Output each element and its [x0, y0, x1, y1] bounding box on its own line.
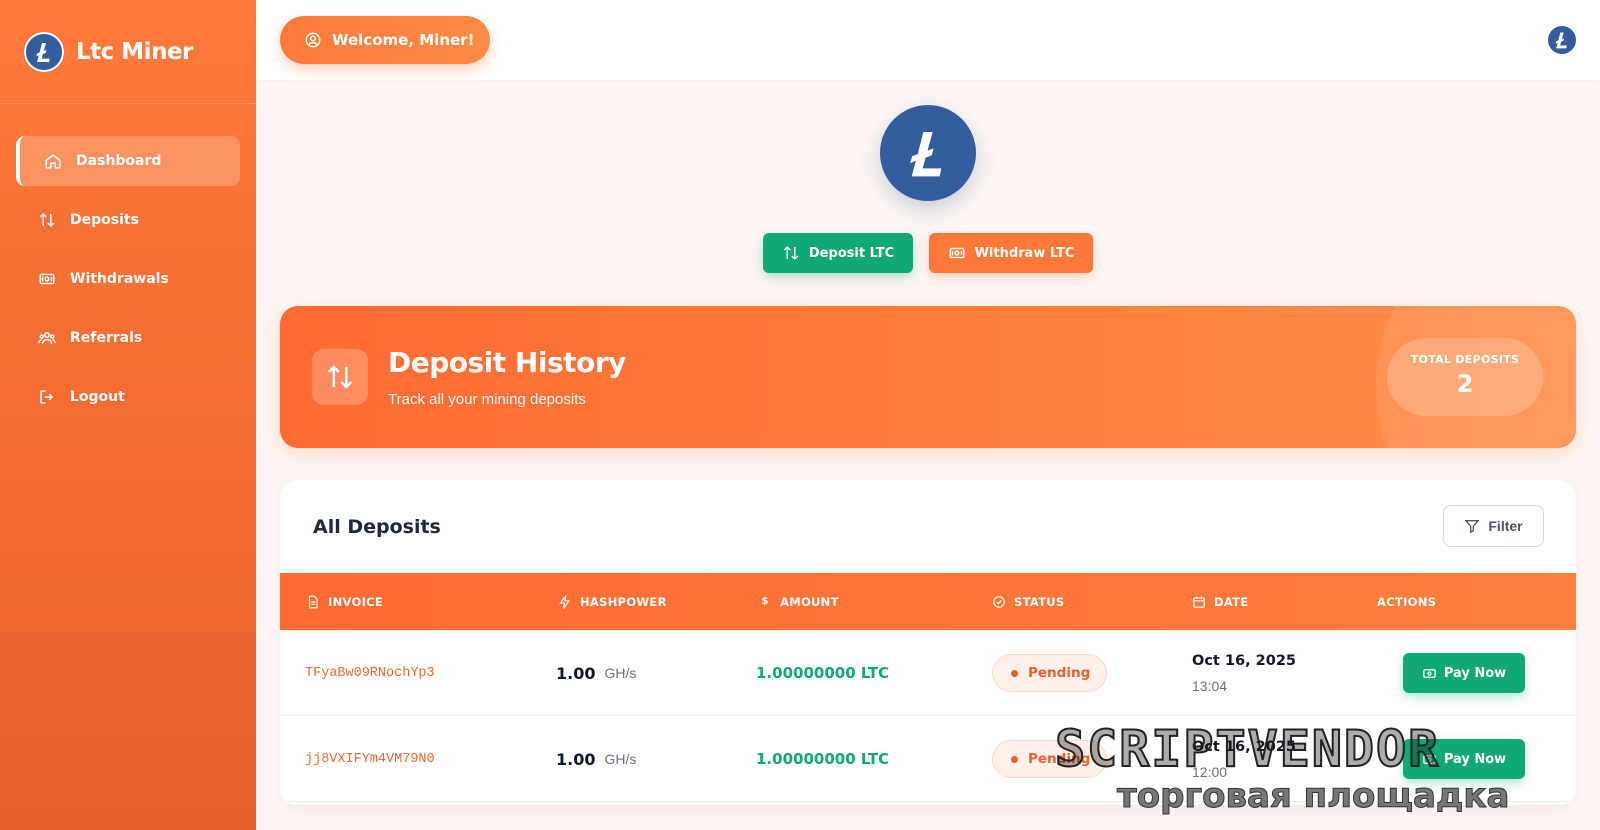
- topbar: Welcome, Miner!: [256, 0, 1600, 80]
- amount-cell: 1.00000000 LTC: [756, 630, 889, 716]
- home-icon: [44, 152, 62, 170]
- status-dot-icon: [1011, 669, 1018, 677]
- sidebar-item-label: Withdrawals: [70, 271, 169, 287]
- litecoin-avatar-icon[interactable]: [1546, 24, 1578, 56]
- sidebar-item-referrals[interactable]: Referrals: [16, 313, 240, 363]
- brand-name: Ltc Miner: [76, 38, 193, 65]
- litecoin-logo-icon: [24, 31, 64, 72]
- cash-icon: [948, 244, 966, 262]
- hashpower-unit: GH/s: [604, 665, 637, 681]
- card-title: All Deposits: [313, 516, 441, 538]
- filter-label: Filter: [1488, 518, 1523, 534]
- hashpower-cell: 1.00 GH/s: [556, 630, 636, 716]
- withdraw-ltc-button[interactable]: Withdraw LTC: [929, 233, 1093, 273]
- user-circle-icon: [304, 31, 322, 49]
- column-header-hashpower[interactable]: HASHPOWER: [558, 573, 667, 630]
- swap-arrows-icon: [782, 244, 800, 262]
- invoice-id[interactable]: jj8VXIFYm4VM79N0: [305, 752, 435, 767]
- deposit-history-banner: Deposit History Track all your mining de…: [280, 306, 1576, 448]
- invoice-cell: jj8VXIFYm4VM79N0: [305, 716, 435, 802]
- hashpower-value: 1.00: [556, 663, 596, 683]
- total-deposits-value: 2: [1456, 370, 1474, 398]
- date-value: Oct 16, 2025: [1192, 652, 1296, 669]
- invoice-cell: TFyaBw09RNochYp3: [305, 630, 435, 716]
- sidebar-item-logout[interactable]: Logout: [16, 372, 240, 422]
- deposit-ltc-label: Deposit LTC: [808, 245, 895, 261]
- status-badge: Pending: [992, 654, 1108, 692]
- filter-button[interactable]: Filter: [1443, 505, 1544, 547]
- swap-arrows-icon: [38, 211, 56, 229]
- filter-icon: [1464, 518, 1480, 534]
- total-deposits-badge: TOTAL DEPOSITS 2: [1387, 338, 1543, 416]
- amount-value: 1.00000000 LTC: [756, 750, 890, 768]
- page-subtitle: Track all your mining deposits: [388, 391, 586, 408]
- dollar-icon: $: [761, 596, 769, 607]
- date-cell: Oct 16, 2025 13:04: [1192, 630, 1296, 716]
- cash-icon: [1422, 666, 1437, 681]
- pay-now-button[interactable]: Pay Now: [1403, 653, 1525, 693]
- sidebar-item-label: Logout: [70, 389, 125, 405]
- sidebar: Ltc Miner Dashboard Deposits Withdrawals…: [0, 0, 256, 830]
- users-icon: [38, 329, 56, 347]
- column-header-status[interactable]: STATUS: [992, 573, 1065, 630]
- total-deposits-label: TOTAL DEPOSITS: [1410, 353, 1520, 366]
- logout-icon: [38, 388, 56, 406]
- hashpower-cell: 1.00 GH/s: [556, 716, 636, 802]
- swap-arrows-icon: [312, 349, 368, 405]
- column-header-actions: ACTIONS: [1377, 573, 1436, 630]
- welcome-badge[interactable]: Welcome, Miner!: [280, 16, 490, 64]
- table-header: INVOICE HASHPOWER $ AMOUNT STATUS DATE A…: [280, 573, 1576, 630]
- litecoin-hero-icon: [880, 105, 976, 201]
- sidebar-item-withdrawals[interactable]: Withdrawals: [16, 254, 240, 304]
- sidebar-item-label: Deposits: [70, 212, 139, 228]
- pay-now-label: Pay Now: [1443, 665, 1507, 681]
- sidebar-item-label: Dashboard: [76, 153, 162, 169]
- page-title: Deposit History: [388, 346, 626, 379]
- amount-value: 1.00000000 LTC: [756, 664, 890, 682]
- brand[interactable]: Ltc Miner: [0, 0, 256, 104]
- actions-cell: Pay Now: [1403, 630, 1525, 716]
- watermark-subtitle: торговая площадка: [1116, 776, 1510, 817]
- sidebar-item-label: Referrals: [70, 330, 143, 346]
- column-header-amount[interactable]: $ AMOUNT: [758, 573, 839, 630]
- invoice-id[interactable]: TFyaBw09RNochYp3: [305, 666, 435, 681]
- welcome-text: Welcome, Miner!: [332, 31, 475, 49]
- column-header-label: AMOUNT: [780, 594, 839, 609]
- status-cell: Pending: [992, 630, 1108, 716]
- amount-cell: 1.00000000 LTC: [756, 716, 889, 802]
- cash-icon: [38, 270, 56, 288]
- column-header-invoice[interactable]: INVOICE: [306, 573, 383, 630]
- hashpower-value: 1.00: [556, 749, 596, 769]
- column-header-label: HASHPOWER: [580, 594, 667, 609]
- column-header-label: DATE: [1214, 594, 1249, 609]
- column-header-label: ACTIONS: [1377, 594, 1437, 609]
- status-dot-icon: [1011, 755, 1018, 763]
- withdraw-ltc-label: Withdraw LTC: [974, 245, 1075, 261]
- sidebar-nav: Dashboard Deposits Withdrawals Referrals…: [0, 104, 256, 422]
- watermark: SCRIPTVENDOR торговая площадка: [1054, 720, 1585, 818]
- watermark-title: SCRIPTVENDOR: [1054, 720, 1441, 778]
- sidebar-item-dashboard[interactable]: Dashboard: [16, 136, 240, 186]
- column-header-date[interactable]: DATE: [1192, 573, 1248, 630]
- status-text: Pending: [1028, 665, 1091, 681]
- sidebar-item-deposits[interactable]: Deposits: [16, 195, 240, 245]
- hashpower-unit: GH/s: [604, 751, 637, 767]
- deposit-ltc-button[interactable]: Deposit LTC: [763, 233, 913, 273]
- lightning-icon: [558, 594, 572, 609]
- document-icon: [306, 595, 320, 609]
- time-value: 13:04: [1192, 677, 1228, 694]
- column-header-label: INVOICE: [328, 594, 384, 609]
- check-circle-icon: [992, 595, 1006, 609]
- column-header-label: STATUS: [1014, 594, 1065, 609]
- table-row: TFyaBw09RNochYp3 1.00 GH/s 1.00000000 LT…: [280, 630, 1576, 716]
- calendar-icon: [1192, 595, 1206, 609]
